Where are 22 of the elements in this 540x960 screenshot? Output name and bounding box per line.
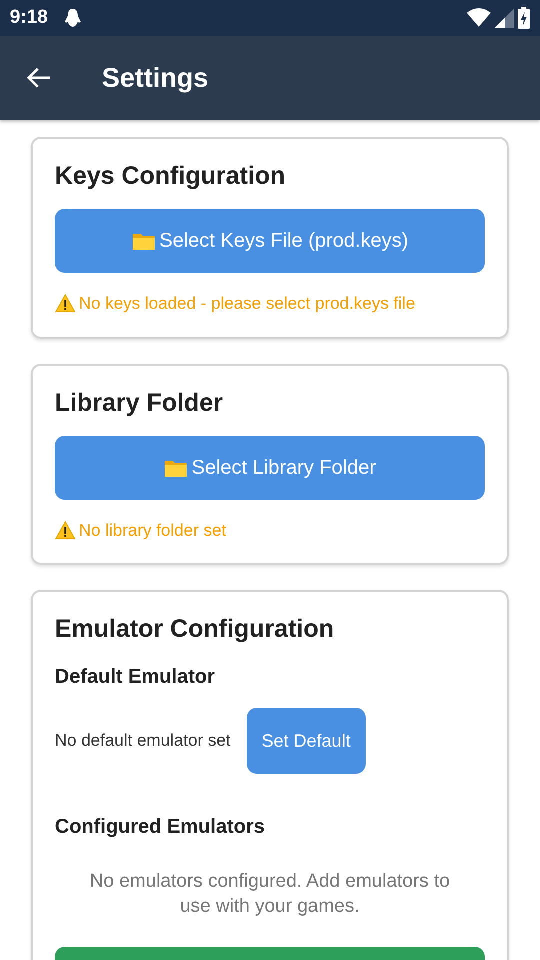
warning-icon: [55, 294, 76, 314]
select-button[interactable]: Select Keys File (prod.keys): [55, 209, 485, 273]
empty-message: No emulators configured. Add emulators to use with your games.: [88, 870, 452, 919]
warning-text: No keys loaded - please select prod.keys file: [79, 293, 416, 315]
set-default-button[interactable]: Set Default: [246, 708, 366, 774]
clock-text: 9:18: [10, 6, 48, 30]
signal-icon: [495, 8, 514, 28]
subsection-heading: Configured Emulators: [55, 815, 266, 840]
section-title: Library Folder: [55, 388, 224, 418]
warning-text: No library folder set: [79, 520, 226, 542]
penguin-icon: [64, 8, 82, 28]
warning-icon: [55, 520, 76, 540]
battery-icon: [518, 7, 530, 29]
section-title: Emulator Configuration: [55, 614, 336, 644]
back-arrow-icon: [26, 66, 52, 90]
select-button[interactable]: Select Library Folder: [55, 436, 485, 500]
screen-title: Settings: [102, 62, 209, 95]
folder-icon: [132, 231, 156, 251]
subsection-heading: Default Emulator: [55, 665, 216, 690]
default-emulator-text: No default emulator set: [55, 730, 231, 752]
wifi-icon: [467, 8, 491, 28]
section-title: Keys Configuration: [55, 161, 287, 191]
